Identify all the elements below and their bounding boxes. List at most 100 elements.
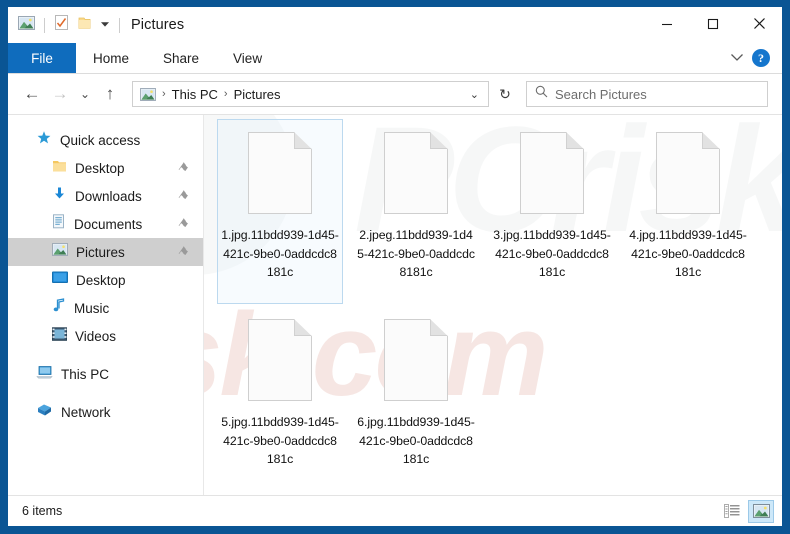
details-view-icon[interactable] — [719, 500, 745, 523]
sidebar-item-documents[interactable]: Documents ⚑ — [8, 210, 203, 238]
desktop-icon — [52, 271, 68, 289]
computer-icon — [36, 365, 53, 384]
tab-share[interactable]: Share — [146, 43, 216, 73]
new-folder-icon[interactable] — [78, 16, 91, 35]
status-bar: 6 items — [8, 495, 782, 526]
sidebar-label: Pictures — [76, 244, 125, 260]
sidebar-item-this-pc[interactable]: This PC — [8, 360, 203, 388]
sidebar-item-videos[interactable]: Videos — [8, 322, 203, 350]
minimize-button[interactable] — [644, 7, 690, 40]
file-name: 6.jpg.11bdd939-1d45-421c-9be0-0addcdc818… — [357, 415, 475, 466]
file-name: 4.jpg.11bdd939-1d45-421c-9be0-0addcdc818… — [629, 228, 747, 279]
file-name: 5.jpg.11bdd939-1d45-421c-9be0-0addcdc818… — [221, 415, 339, 466]
refresh-button[interactable]: ↻ — [491, 81, 519, 107]
large-icons-view-icon[interactable] — [748, 499, 774, 523]
sidebar-label: Documents — [74, 216, 143, 232]
sidebar-label: Network — [61, 404, 111, 420]
search-icon — [535, 85, 548, 103]
sidebar-label: This PC — [61, 366, 110, 382]
maximize-button[interactable] — [690, 7, 736, 40]
file-tile[interactable]: 2.jpeg.11bdd939-1d45-421c-9be0-0addcdc81… — [353, 119, 479, 304]
up-button[interactable]: ↑ — [96, 80, 124, 108]
search-input[interactable]: Search Pictures — [526, 81, 768, 107]
pictures-icon — [140, 87, 156, 101]
tab-home[interactable]: Home — [76, 43, 146, 73]
recent-locations-button[interactable]: ⌄ — [74, 80, 96, 108]
generic-file-icon — [384, 319, 448, 401]
file-tile[interactable]: 3.jpg.11bdd939-1d45-421c-9be0-0addcdc818… — [489, 119, 615, 304]
properties-icon[interactable] — [54, 15, 69, 35]
toolbar-divider-2 — [119, 17, 120, 33]
sidebar-item-desktop[interactable]: Desktop — [8, 266, 203, 294]
breadcrumb-this-pc[interactable]: This PC — [169, 87, 221, 102]
title-bar: Pictures — [8, 7, 782, 43]
sidebar-label: Videos — [75, 328, 117, 344]
music-note-icon — [52, 298, 66, 318]
network-icon — [36, 403, 53, 422]
forward-button[interactable]: → — [46, 80, 74, 108]
navigation-pane: Quick access Desktop ⚑ Downloads ⚑ Docum… — [8, 115, 204, 495]
file-tile[interactable]: 4.jpg.11bdd939-1d45-421c-9be0-0addcdc818… — [625, 119, 751, 304]
toolbar-divider — [44, 17, 45, 33]
quick-access-toolbar — [8, 15, 120, 35]
window-title: Pictures — [131, 17, 185, 33]
ribbon-tab-bar: File Home Share View ? — [8, 43, 782, 73]
sidebar-item-network[interactable]: Network — [8, 398, 203, 426]
pin-icon[interactable]: ⚑ — [175, 215, 192, 233]
generic-file-icon — [656, 132, 720, 214]
generic-file-icon — [520, 132, 584, 214]
back-button[interactable]: ← — [18, 80, 46, 108]
breadcrumb-separator-1: › — [162, 88, 166, 100]
tab-view[interactable]: View — [216, 43, 279, 73]
ribbon-right-controls: ? — [730, 43, 782, 73]
file-grid: 1.jpg.11bdd939-1d45-421c-9be0-0addcdc818… — [204, 115, 782, 493]
star-icon — [36, 130, 52, 151]
pictures-folder-icon — [18, 15, 35, 35]
view-mode-buttons — [719, 499, 774, 523]
download-icon — [52, 186, 67, 206]
file-tile[interactable]: 6.jpg.11bdd939-1d45-421c-9be0-0addcdc818… — [353, 306, 479, 491]
close-button[interactable] — [736, 7, 782, 40]
search-placeholder: Search Pictures — [555, 86, 647, 102]
file-explorer-window: Pictures File Home Share View ? ← → ⌄ ↑ … — [8, 7, 782, 526]
pin-icon[interactable]: ⚑ — [175, 187, 192, 205]
folder-icon — [52, 159, 67, 178]
breadcrumb-pictures[interactable]: Pictures — [231, 87, 284, 102]
sidebar-item-quick-access[interactable]: Quick access — [8, 126, 203, 154]
file-tile[interactable]: 5.jpg.11bdd939-1d45-421c-9be0-0addcdc818… — [217, 306, 343, 491]
generic-file-icon — [384, 132, 448, 214]
generic-file-icon — [248, 319, 312, 401]
sidebar-label: Downloads — [75, 188, 142, 204]
address-bar-row: ← → ⌄ ↑ › This PC › Pictures ⌄ ↻ Search … — [8, 74, 782, 114]
sidebar-gap-2 — [8, 388, 203, 398]
address-dropdown-icon[interactable]: ⌄ — [465, 88, 484, 101]
file-tile[interactable]: 1.jpg.11bdd939-1d45-421c-9be0-0addcdc818… — [217, 119, 343, 304]
sidebar-item-music[interactable]: Music — [8, 294, 203, 322]
documents-icon — [52, 214, 66, 234]
pin-icon[interactable]: ⚑ — [175, 243, 192, 261]
sidebar-item-desktop-quick[interactable]: Desktop ⚑ — [8, 154, 203, 182]
window-controls — [644, 7, 782, 40]
sidebar-label: Desktop — [75, 160, 125, 176]
file-name: 2.jpeg.11bdd939-1d45-421c-9be0-0addcdc81… — [357, 228, 475, 279]
help-button[interactable]: ? — [752, 49, 770, 67]
file-name: 1.jpg.11bdd939-1d45-421c-9be0-0addcdc818… — [221, 228, 339, 279]
tab-file[interactable]: File — [8, 43, 76, 73]
chevron-down-icon[interactable] — [730, 49, 744, 67]
sidebar-label: Quick access — [60, 132, 141, 148]
pin-icon[interactable]: ⚑ — [175, 159, 192, 177]
file-name: 3.jpg.11bdd939-1d45-421c-9be0-0addcdc818… — [493, 228, 611, 279]
sidebar-label: Desktop — [76, 272, 126, 288]
generic-file-icon — [248, 132, 312, 214]
sidebar-label: Music — [74, 300, 110, 316]
file-list-view[interactable]: PCrisk risk.com 1.jpg.11bdd939-1d45-421c… — [204, 115, 782, 495]
pictures-icon — [52, 243, 68, 261]
item-count-label: 6 items — [22, 504, 63, 518]
videos-icon — [52, 326, 67, 346]
customize-dropdown-icon[interactable] — [100, 16, 110, 34]
explorer-body: Quick access Desktop ⚑ Downloads ⚑ Docum… — [8, 114, 782, 495]
breadcrumb-separator-2: › — [223, 88, 228, 100]
sidebar-item-downloads[interactable]: Downloads ⚑ — [8, 182, 203, 210]
address-bar[interactable]: › This PC › Pictures ⌄ — [132, 81, 489, 107]
sidebar-item-pictures[interactable]: Pictures ⚑ — [8, 238, 203, 266]
